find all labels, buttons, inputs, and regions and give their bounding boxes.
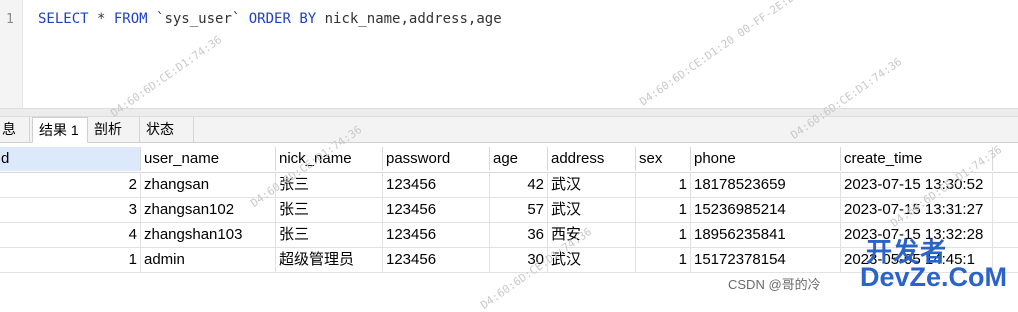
- column-header-id[interactable]: d: [0, 147, 141, 171]
- column-header-create-time[interactable]: create_time: [841, 147, 993, 171]
- column-header-age[interactable]: age: [490, 147, 548, 171]
- column-header-address[interactable]: address: [548, 147, 636, 171]
- cell-nick-name[interactable]: 张三: [276, 222, 383, 247]
- csdn-watermark: CSDN @哥的冷: [728, 277, 821, 292]
- column-header-user-name[interactable]: user_name: [141, 147, 276, 171]
- cell-id[interactable]: 1: [0, 247, 141, 272]
- tab-result-1[interactable]: 结果 1: [32, 117, 88, 143]
- sql-keyword: ORDER BY: [248, 11, 317, 27]
- cell-address[interactable]: 武汉: [548, 247, 636, 272]
- cell-user-name[interactable]: zhangsan102: [141, 197, 276, 222]
- cell-sex[interactable]: 1: [636, 172, 691, 197]
- cell-password[interactable]: 123456: [383, 197, 490, 222]
- column-header-sex[interactable]: sex: [636, 147, 691, 171]
- cell-password[interactable]: 123456: [383, 172, 490, 197]
- cell-phone[interactable]: 18956235841: [691, 222, 841, 247]
- cell-create-time[interactable]: 2023-07-15 13:30:52: [841, 172, 993, 197]
- cell-password[interactable]: 123456: [383, 222, 490, 247]
- cell-id[interactable]: 3: [0, 197, 141, 222]
- cell-age[interactable]: 36: [490, 222, 548, 247]
- sql-query-line[interactable]: SELECT * FROM `sys_user` ORDER BY nick_n…: [38, 11, 502, 27]
- sql-text: *: [88, 11, 114, 27]
- sql-editor[interactable]: 1 SELECT * FROM `sys_user` ORDER BY nick…: [0, 0, 1018, 108]
- column-header-password[interactable]: password: [383, 147, 490, 171]
- cell-sex[interactable]: 1: [636, 222, 691, 247]
- tab-status[interactable]: 状态: [140, 117, 194, 142]
- cell-address[interactable]: 武汉: [548, 172, 636, 197]
- column-header-row: d user_name nick_name password age addre…: [0, 147, 1018, 173]
- column-header-phone[interactable]: phone: [691, 147, 841, 171]
- column-header-nick-name[interactable]: nick_name: [276, 147, 383, 171]
- cell-nick-name[interactable]: 张三: [276, 197, 383, 222]
- cell-phone[interactable]: 15236985214: [691, 197, 841, 222]
- cell-address[interactable]: 武汉: [548, 197, 636, 222]
- tab-profile[interactable]: 剖析: [88, 117, 140, 142]
- devze-logo-bottom: DevZe.CoM: [860, 262, 1008, 292]
- cell-age[interactable]: 42: [490, 172, 548, 197]
- cell-id[interactable]: 2: [0, 172, 141, 197]
- sql-text: `sys_user`: [147, 11, 249, 27]
- cell-user-name[interactable]: zhangshan103: [141, 222, 276, 247]
- table-row[interactable]: 3 zhangsan102 张三 123456 57 武汉 1 15236985214 2023…: [0, 197, 1018, 223]
- cell-age[interactable]: 30: [490, 247, 548, 272]
- sql-keyword: FROM: [113, 11, 148, 27]
- editor-results-splitter[interactable]: [0, 108, 1018, 117]
- cell-nick-name[interactable]: 超级管理员: [276, 247, 383, 272]
- line-number-gutter: 1: [0, 0, 23, 108]
- cell-id[interactable]: 4: [0, 222, 141, 247]
- cell-password[interactable]: 123456: [383, 247, 490, 272]
- line-number: 1: [6, 12, 14, 27]
- cell-user-name[interactable]: zhangsan: [141, 172, 276, 197]
- cell-user-name[interactable]: admin: [141, 247, 276, 272]
- cell-sex[interactable]: 1: [636, 197, 691, 222]
- sql-keyword: SELECT: [38, 11, 89, 27]
- cell-phone[interactable]: 15172378154: [691, 247, 841, 272]
- sql-text: nick_name,address,age: [316, 11, 502, 27]
- table-row[interactable]: 2 zhangsan 张三 123456 42 武汉 1 18178523659 2023-07…: [0, 172, 1018, 198]
- cell-nick-name[interactable]: 张三: [276, 172, 383, 197]
- cell-address[interactable]: 西安: [548, 222, 636, 247]
- cell-create-time[interactable]: 2023-07-15 13:31:27: [841, 197, 993, 222]
- cell-age[interactable]: 57: [490, 197, 548, 222]
- cell-sex[interactable]: 1: [636, 247, 691, 272]
- results-tab-bar: 息 结果 1 剖析 状态: [0, 117, 1018, 143]
- tab-info[interactable]: 息: [0, 117, 30, 142]
- cell-phone[interactable]: 18178523659: [691, 172, 841, 197]
